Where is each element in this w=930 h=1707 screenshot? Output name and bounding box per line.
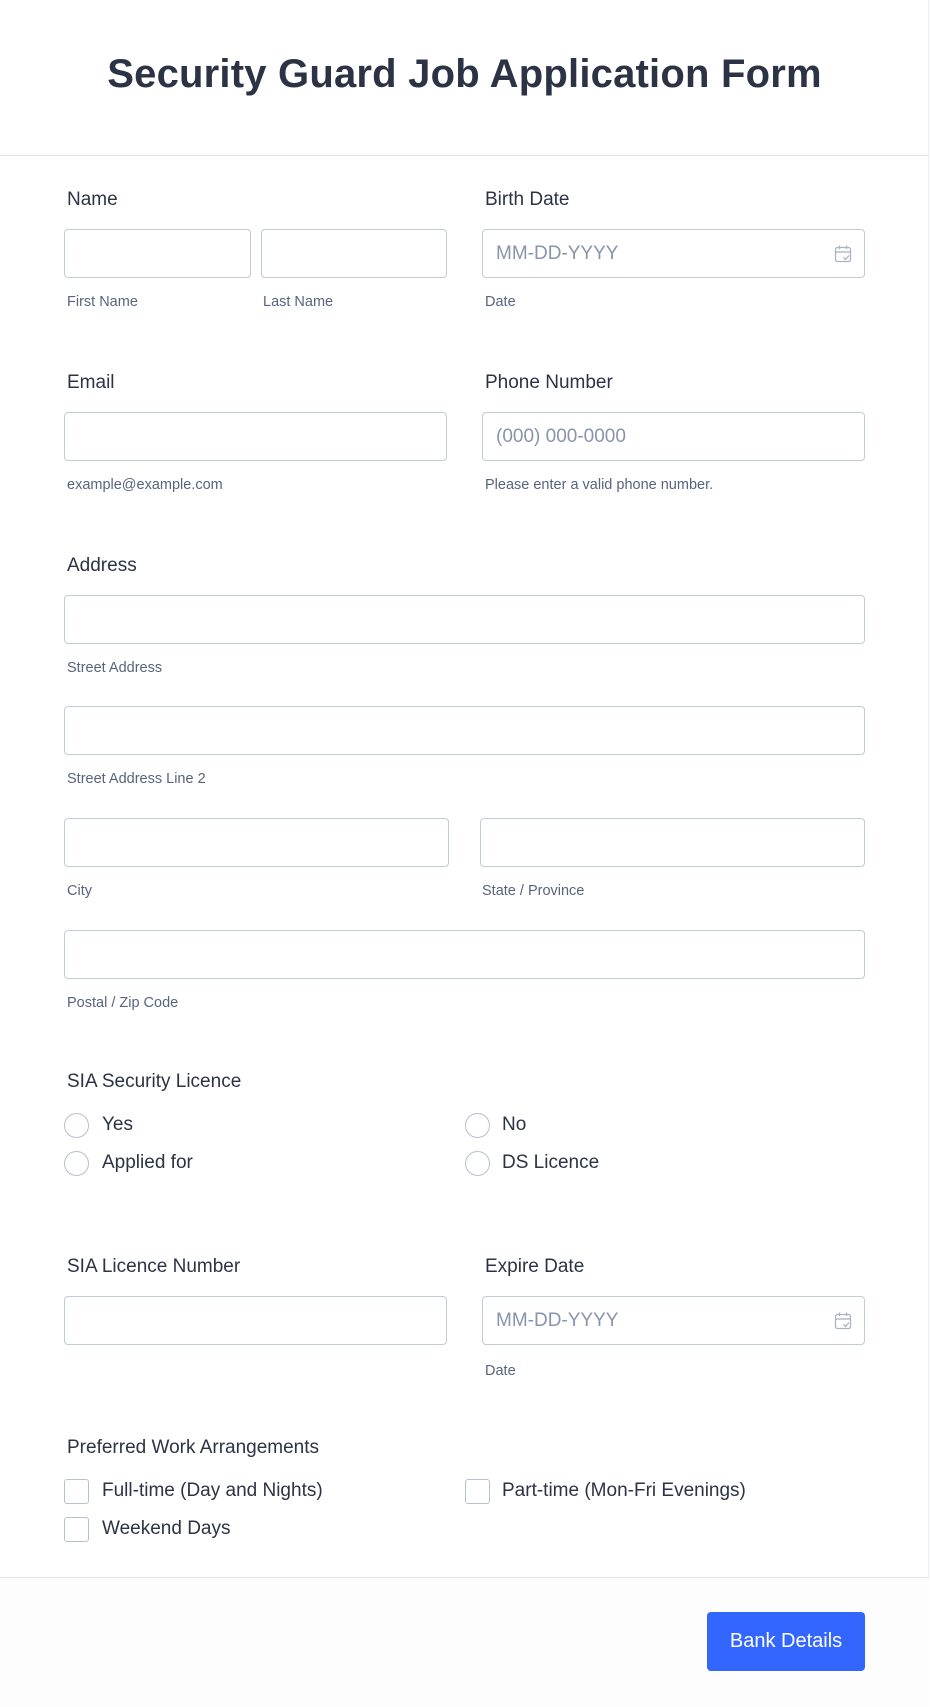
state-sublabel: State / Province bbox=[482, 883, 585, 899]
checkbox-part-time[interactable] bbox=[465, 1479, 490, 1504]
form-header: Security Guard Job Application Form bbox=[0, 0, 929, 156]
postal-code-input[interactable] bbox=[64, 930, 865, 979]
expire-date-placeholder: MM-DD-YYYY bbox=[496, 1310, 619, 1331]
radio-yes-label[interactable]: Yes bbox=[102, 1114, 133, 1136]
calendar-icon[interactable] bbox=[834, 244, 852, 264]
birth-date-input[interactable]: MM-DD-YYYY bbox=[482, 229, 865, 278]
radio-no[interactable] bbox=[465, 1113, 490, 1138]
email-label: Email bbox=[67, 372, 115, 393]
expire-date-input[interactable]: MM-DD-YYYY bbox=[482, 1296, 865, 1345]
work-arrangements-label: Preferred Work Arrangements bbox=[67, 1437, 320, 1458]
birth-date-placeholder: MM-DD-YYYY bbox=[496, 243, 619, 264]
birth-date-sublabel: Date bbox=[485, 294, 516, 310]
radio-yes[interactable] bbox=[64, 1113, 89, 1138]
phone-placeholder: (000) 000-0000 bbox=[496, 426, 626, 447]
postal-code-sublabel: Postal / Zip Code bbox=[67, 995, 179, 1011]
street-address-line2-input[interactable] bbox=[64, 706, 865, 755]
city-input[interactable] bbox=[64, 818, 449, 867]
checkbox-part-time-label[interactable]: Part-time (Mon-Fri Evenings) bbox=[502, 1480, 746, 1502]
sia-licence-label: SIA Security Licence bbox=[67, 1071, 242, 1092]
radio-applied-for-label[interactable]: Applied for bbox=[102, 1152, 193, 1174]
radio-no-label[interactable]: No bbox=[502, 1114, 526, 1136]
street-address-line2-sublabel: Street Address Line 2 bbox=[67, 771, 206, 787]
birth-date-label: Birth Date bbox=[485, 189, 570, 210]
street-address-input[interactable] bbox=[64, 595, 865, 644]
name-label: Name bbox=[67, 189, 118, 210]
state-input[interactable] bbox=[480, 818, 865, 867]
first-name-input[interactable] bbox=[64, 229, 251, 278]
email-sublabel: example@example.com bbox=[67, 477, 223, 493]
calendar-icon[interactable] bbox=[834, 1311, 852, 1331]
last-name-input[interactable] bbox=[261, 229, 447, 278]
radio-ds-licence[interactable] bbox=[465, 1151, 490, 1176]
expire-date-sublabel: Date bbox=[485, 1363, 516, 1379]
page-title: Security Guard Job Application Form bbox=[107, 52, 822, 96]
street-address-sublabel: Street Address bbox=[67, 660, 163, 676]
checkbox-weekend-days-label[interactable]: Weekend Days bbox=[102, 1518, 231, 1540]
form-page: Security Guard Job Application Form Name… bbox=[0, 0, 929, 1707]
address-label: Address bbox=[67, 555, 137, 576]
first-name-sublabel: First Name bbox=[67, 294, 138, 310]
radio-applied-for[interactable] bbox=[64, 1151, 89, 1176]
city-sublabel: City bbox=[67, 883, 92, 899]
bank-details-button[interactable]: Bank Details bbox=[707, 1612, 865, 1671]
email-input[interactable] bbox=[64, 412, 447, 461]
radio-ds-licence-label[interactable]: DS Licence bbox=[502, 1152, 599, 1174]
phone-label: Phone Number bbox=[485, 372, 613, 393]
checkbox-weekend-days[interactable] bbox=[64, 1517, 89, 1542]
sia-number-input[interactable] bbox=[64, 1296, 447, 1345]
expire-date-label: Expire Date bbox=[485, 1256, 585, 1277]
checkbox-full-time[interactable] bbox=[64, 1479, 89, 1504]
phone-input[interactable]: (000) 000-0000 bbox=[482, 412, 865, 461]
sia-number-label: SIA Licence Number bbox=[67, 1256, 241, 1277]
last-name-sublabel: Last Name bbox=[263, 294, 334, 310]
checkbox-full-time-label[interactable]: Full-time (Day and Nights) bbox=[102, 1480, 323, 1502]
phone-sublabel: Please enter a valid phone number. bbox=[485, 477, 714, 493]
